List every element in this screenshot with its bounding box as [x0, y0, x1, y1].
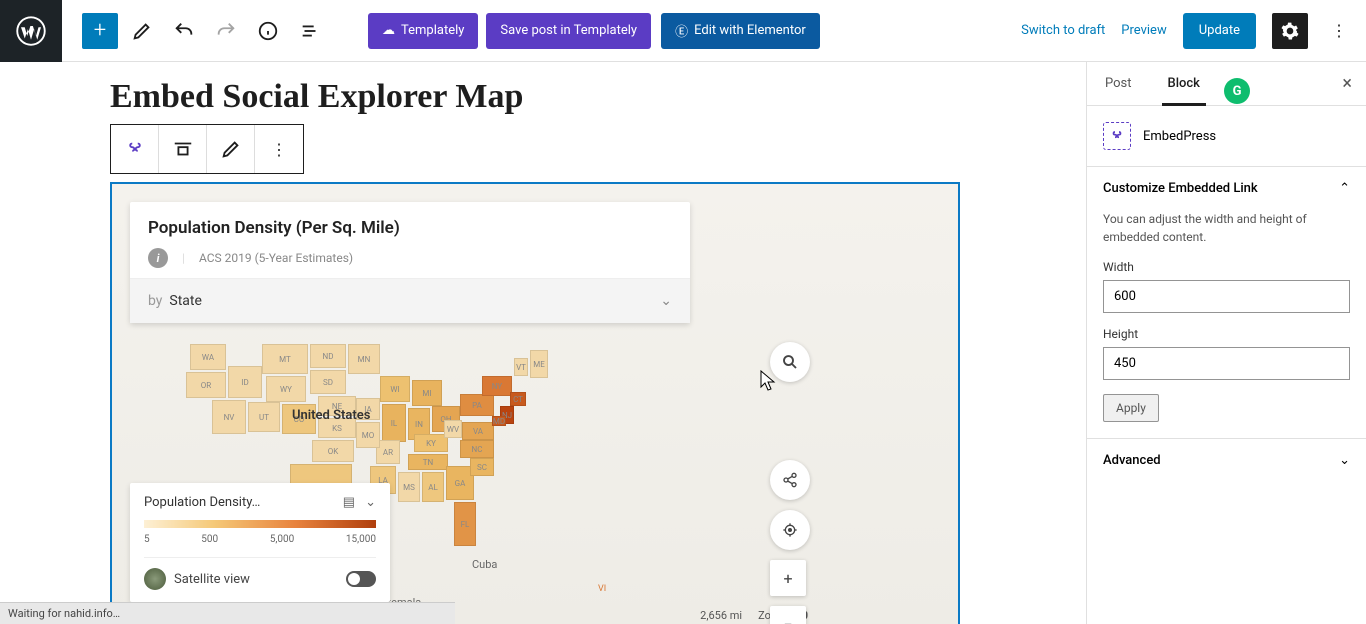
templately-label: Templately — [401, 23, 464, 38]
panel-customize: Customize Embedded Link ⌃ You can adjust… — [1087, 166, 1366, 438]
legend-title: Population Density… — [144, 495, 260, 510]
wp-logo[interactable] — [0, 0, 62, 62]
preview-link[interactable]: Preview — [1121, 23, 1166, 38]
outline-icon[interactable] — [292, 13, 328, 49]
tab-post[interactable]: Post — [1087, 62, 1150, 105]
block-identity: EmbedPress — [1087, 106, 1366, 166]
block-toolbar: ⋮ — [110, 124, 304, 174]
map-info-card: Population Density (Per Sq. Mile) i | AC… — [130, 202, 690, 323]
update-button[interactable]: Update — [1183, 13, 1256, 49]
grammarly-icon[interactable]: G — [1224, 78, 1250, 104]
status-bar: Waiting for nahid.info… — [0, 602, 455, 624]
map-share-button[interactable] — [770, 460, 810, 500]
chevron-down-icon: ⌄ — [1339, 453, 1350, 468]
tab-block[interactable]: Block — [1150, 62, 1218, 105]
satellite-label: Satellite view — [174, 572, 250, 587]
block-type-icon[interactable] — [111, 125, 159, 173]
satellite-thumb — [144, 568, 166, 590]
embed-frame: WA OR ID MT WY ND SD MN NV UT CO NE KS O… — [110, 182, 960, 624]
templately-button[interactable]: ☁ Templately — [368, 13, 478, 49]
map-legend: Population Density… ▤ ⌄ 5 500 5,000 15,0… — [130, 483, 390, 602]
width-input[interactable] — [1103, 280, 1350, 313]
map-source: ACS 2019 (5-Year Estimates) — [199, 251, 353, 265]
apply-button[interactable]: Apply — [1103, 394, 1159, 422]
legend-gradient — [144, 520, 376, 528]
page-title[interactable]: Embed Social Explorer Map — [110, 78, 1038, 116]
embedpress-icon — [1103, 122, 1131, 150]
elementor-icon: Ⓔ — [675, 21, 688, 40]
save-templately-label: Save post in Templately — [500, 23, 637, 38]
map-zoom-out-button[interactable]: − — [770, 606, 806, 624]
elementor-button[interactable]: Ⓔ Edit with Elementor — [661, 13, 820, 49]
chevron-down-icon: ⌄ — [660, 293, 672, 309]
redo-icon[interactable] — [208, 13, 244, 49]
block-align-icon[interactable] — [159, 125, 207, 173]
block-edit-icon[interactable] — [207, 125, 255, 173]
panel-desc: You can adjust the width and height of e… — [1103, 210, 1350, 246]
height-input[interactable] — [1103, 347, 1350, 380]
country-label: United States — [292, 408, 370, 423]
info-icon[interactable] — [250, 13, 286, 49]
legend-ticks: 5 500 5,000 15,000 — [144, 534, 376, 545]
block-name-label: EmbedPress — [1143, 129, 1216, 144]
legend-collapse-icon[interactable]: ⌄ — [365, 495, 376, 510]
cursor-icon — [760, 370, 776, 392]
panel-customize-head[interactable]: Customize Embedded Link ⌃ — [1087, 167, 1366, 210]
map-info-icon[interactable]: i — [148, 248, 168, 268]
undo-icon[interactable] — [166, 13, 202, 49]
satellite-toggle[interactable] — [346, 571, 376, 587]
more-options-button[interactable]: ⋮ — [1324, 21, 1354, 40]
close-sidebar-button[interactable]: × — [1328, 73, 1366, 94]
settings-sidebar: Post Block × EmbedPress Customize Embedd… — [1086, 62, 1366, 624]
edit-icon[interactable] — [124, 13, 160, 49]
chevron-up-icon: ⌃ — [1339, 181, 1350, 196]
map-locate-button[interactable] — [770, 510, 810, 550]
width-label: Width — [1103, 260, 1350, 274]
elementor-label: Edit with Elementor — [694, 23, 806, 38]
panel-advanced: Advanced ⌄ — [1087, 438, 1366, 482]
cuba-label: Cuba — [472, 558, 497, 571]
panel-advanced-head[interactable]: Advanced ⌄ — [1087, 439, 1366, 482]
templately-icon: ☁ — [382, 23, 395, 38]
legend-list-icon[interactable]: ▤ — [343, 495, 355, 510]
map-zoom-in-button[interactable]: + — [770, 560, 806, 596]
save-templately-button[interactable]: Save post in Templately — [486, 13, 651, 49]
map-title: Population Density (Per Sq. Mile) — [148, 218, 672, 238]
block-more-icon[interactable]: ⋮ — [255, 125, 303, 173]
map-by-selector[interactable]: by State ⌄ — [130, 278, 690, 323]
editor-canvas: Embed Social Explorer Map ⋮ WA OR ID MT … — [0, 62, 1086, 624]
top-toolbar: + ☁ Templately Save post in Templately Ⓔ… — [0, 0, 1366, 62]
settings-button[interactable] — [1272, 13, 1308, 49]
switch-draft-link[interactable]: Switch to draft — [1021, 23, 1105, 38]
map-search-button[interactable] — [770, 342, 810, 382]
add-block-button[interactable]: + — [82, 13, 118, 49]
height-label: Height — [1103, 327, 1350, 341]
